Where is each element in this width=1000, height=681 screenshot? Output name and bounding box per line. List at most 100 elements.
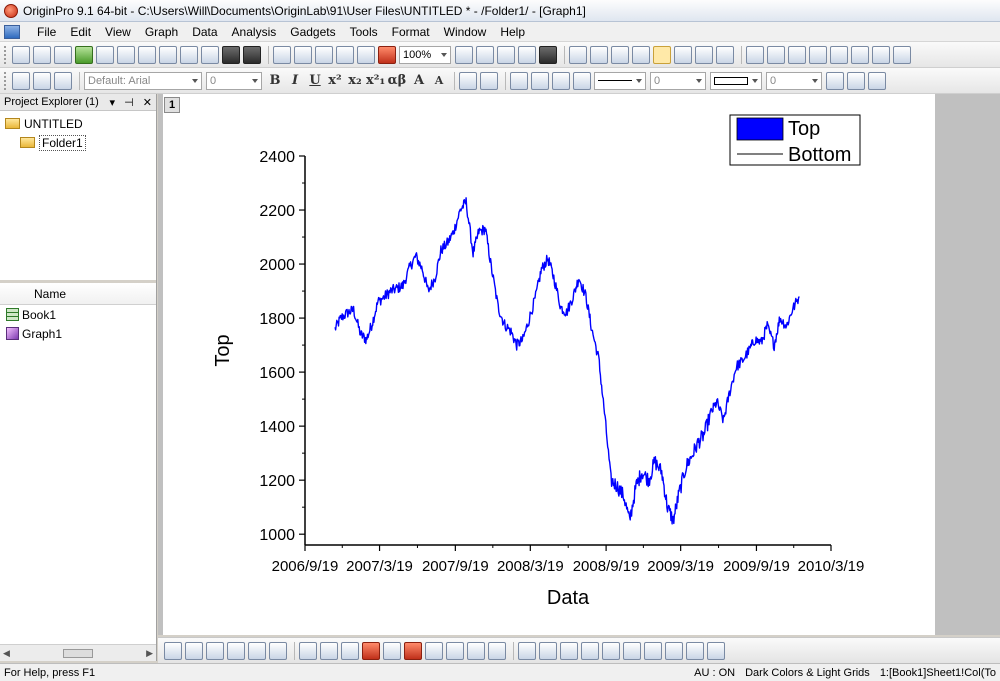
scroll-left-icon[interactable]: ◀ <box>3 648 10 659</box>
copy-icon[interactable] <box>33 71 51 90</box>
arrange-layers-icon[interactable] <box>539 641 557 660</box>
scroll-right-icon[interactable]: ▶ <box>146 648 153 659</box>
subscript-button[interactable]: x₂ <box>346 73 364 88</box>
set-values-icon[interactable] <box>830 45 848 64</box>
fill-color-icon[interactable] <box>510 71 528 90</box>
chart-svg[interactable]: 1000 1200 1400 1600 1800 2000 2200 2400 2006/9/1… <box>163 94 935 635</box>
sum-icon[interactable] <box>767 45 785 64</box>
menu-analysis[interactable]: Analysis <box>225 22 284 42</box>
save-project-icon[interactable] <box>222 45 240 64</box>
menu-view[interactable]: View <box>98 22 138 42</box>
fill-style-combo[interactable] <box>710 71 762 90</box>
line-plot-icon[interactable] <box>872 45 890 64</box>
object-manager-icon[interactable] <box>632 45 650 64</box>
pattern-fill-icon[interactable] <box>826 71 844 90</box>
font-combo[interactable]: Default: Arial <box>84 71 202 90</box>
polar-icon[interactable] <box>446 641 464 660</box>
zoom-tool-icon[interactable] <box>653 45 671 64</box>
new-project-icon[interactable] <box>12 45 30 64</box>
graph-template-icon[interactable] <box>164 641 182 660</box>
new-excel-icon[interactable] <box>54 45 72 64</box>
menu-data[interactable]: Data <box>185 22 224 42</box>
increase-font-button[interactable]: A <box>410 73 428 88</box>
italic-button[interactable]: I <box>286 73 304 88</box>
align-icon[interactable] <box>459 71 477 90</box>
pin-icon[interactable]: ⊣ <box>124 97 134 109</box>
recalculate-icon[interactable] <box>357 45 375 64</box>
line-symbol-icon[interactable] <box>341 641 359 660</box>
menu-file[interactable]: File <box>30 22 63 42</box>
menu-format[interactable]: Format <box>385 22 437 42</box>
list-header-name[interactable]: Name <box>0 283 156 305</box>
new-notes-icon[interactable] <box>159 45 177 64</box>
menu-edit[interactable]: Edit <box>63 22 98 42</box>
superscript-button[interactable]: x² <box>326 73 344 88</box>
new-worksheet-icon[interactable] <box>33 45 51 64</box>
link-axes-icon[interactable] <box>623 641 641 660</box>
toolbar-grip[interactable] <box>4 71 8 90</box>
font-size-combo[interactable]: 0 <box>206 71 262 90</box>
window-menu-icon[interactable] <box>4 24 20 39</box>
filmstrip-icon[interactable] <box>539 45 557 64</box>
project-explorer-icon[interactable] <box>569 45 587 64</box>
decrease-font-button[interactable]: A <box>430 74 448 87</box>
y-axis-title[interactable]: Top <box>212 334 234 366</box>
box-chart-icon[interactable] <box>383 641 401 660</box>
command-window-icon[interactable] <box>611 45 629 64</box>
merge-graphs-icon[interactable] <box>560 641 578 660</box>
menu-window[interactable]: Window <box>437 22 494 42</box>
plot-3d-icon[interactable] <box>185 641 203 660</box>
new-inset-icon[interactable] <box>644 641 662 660</box>
export-graph-icon[interactable] <box>497 45 515 64</box>
layer-tools-icon[interactable] <box>518 641 536 660</box>
new-layout-icon[interactable] <box>138 45 156 64</box>
tree-item-root[interactable]: UNTITLED <box>0 114 156 133</box>
dropdown-icon[interactable]: ▾ <box>110 97 116 109</box>
statistics-icon[interactable] <box>788 45 806 64</box>
lock-icon[interactable] <box>686 641 704 660</box>
recalculate-manual-icon[interactable] <box>378 45 396 64</box>
scatter-plot-icon[interactable] <box>893 45 911 64</box>
error-bar-icon[interactable] <box>404 641 422 660</box>
layer-tab[interactable]: 1 <box>164 97 180 113</box>
trapezoid-icon[interactable] <box>665 641 683 660</box>
menu-gadgets[interactable]: Gadgets <box>283 22 342 42</box>
column-icon[interactable] <box>362 641 380 660</box>
menu-help[interactable]: Help <box>493 22 532 42</box>
import-wizard-icon[interactable] <box>294 45 312 64</box>
scatter-icon[interactable] <box>320 641 338 660</box>
new-graph-icon[interactable] <box>75 45 93 64</box>
stock-icon[interactable] <box>467 641 485 660</box>
font-color-icon[interactable] <box>480 71 498 90</box>
extract-layers-icon[interactable] <box>581 641 599 660</box>
grid-icon[interactable] <box>868 71 886 90</box>
symbol-icon[interactable] <box>573 71 591 90</box>
print-icon[interactable] <box>455 45 473 64</box>
add-column-icon[interactable] <box>746 45 764 64</box>
menu-tools[interactable]: Tools <box>343 22 385 42</box>
fill-size-combo[interactable]: 0 <box>766 71 822 90</box>
copy-page-icon[interactable] <box>476 45 494 64</box>
data-display-icon[interactable] <box>695 45 713 64</box>
worksheet-view-icon[interactable] <box>674 45 692 64</box>
list-item-graph1[interactable]: Graph1 <box>0 324 156 343</box>
table-plot-icon[interactable] <box>227 641 245 660</box>
save-template-icon[interactable] <box>243 45 261 64</box>
line-color-icon[interactable] <box>552 71 570 90</box>
surface-icon[interactable] <box>206 641 224 660</box>
pattern-icon[interactable] <box>531 71 549 90</box>
refresh-icon[interactable] <box>518 45 536 64</box>
paste-icon[interactable] <box>54 71 72 90</box>
bold-button[interactable]: B <box>266 73 284 88</box>
graph-page[interactable]: 1000 1200 1400 1600 1800 2000 2200 2400 2006/9/1… <box>163 94 935 635</box>
border-icon[interactable] <box>847 71 865 90</box>
open-template-icon[interactable] <box>201 45 219 64</box>
series-line-top[interactable] <box>334 197 800 525</box>
column-plot-icon[interactable] <box>851 45 869 64</box>
import-single-icon[interactable] <box>336 45 354 64</box>
new-function-icon[interactable] <box>117 45 135 64</box>
x-axis-title[interactable]: Data <box>547 587 590 609</box>
supersubscript-button[interactable]: x²₁ <box>366 73 385 88</box>
tree-item-folder[interactable]: Folder1 <box>0 133 156 152</box>
import-icon[interactable] <box>273 45 291 64</box>
